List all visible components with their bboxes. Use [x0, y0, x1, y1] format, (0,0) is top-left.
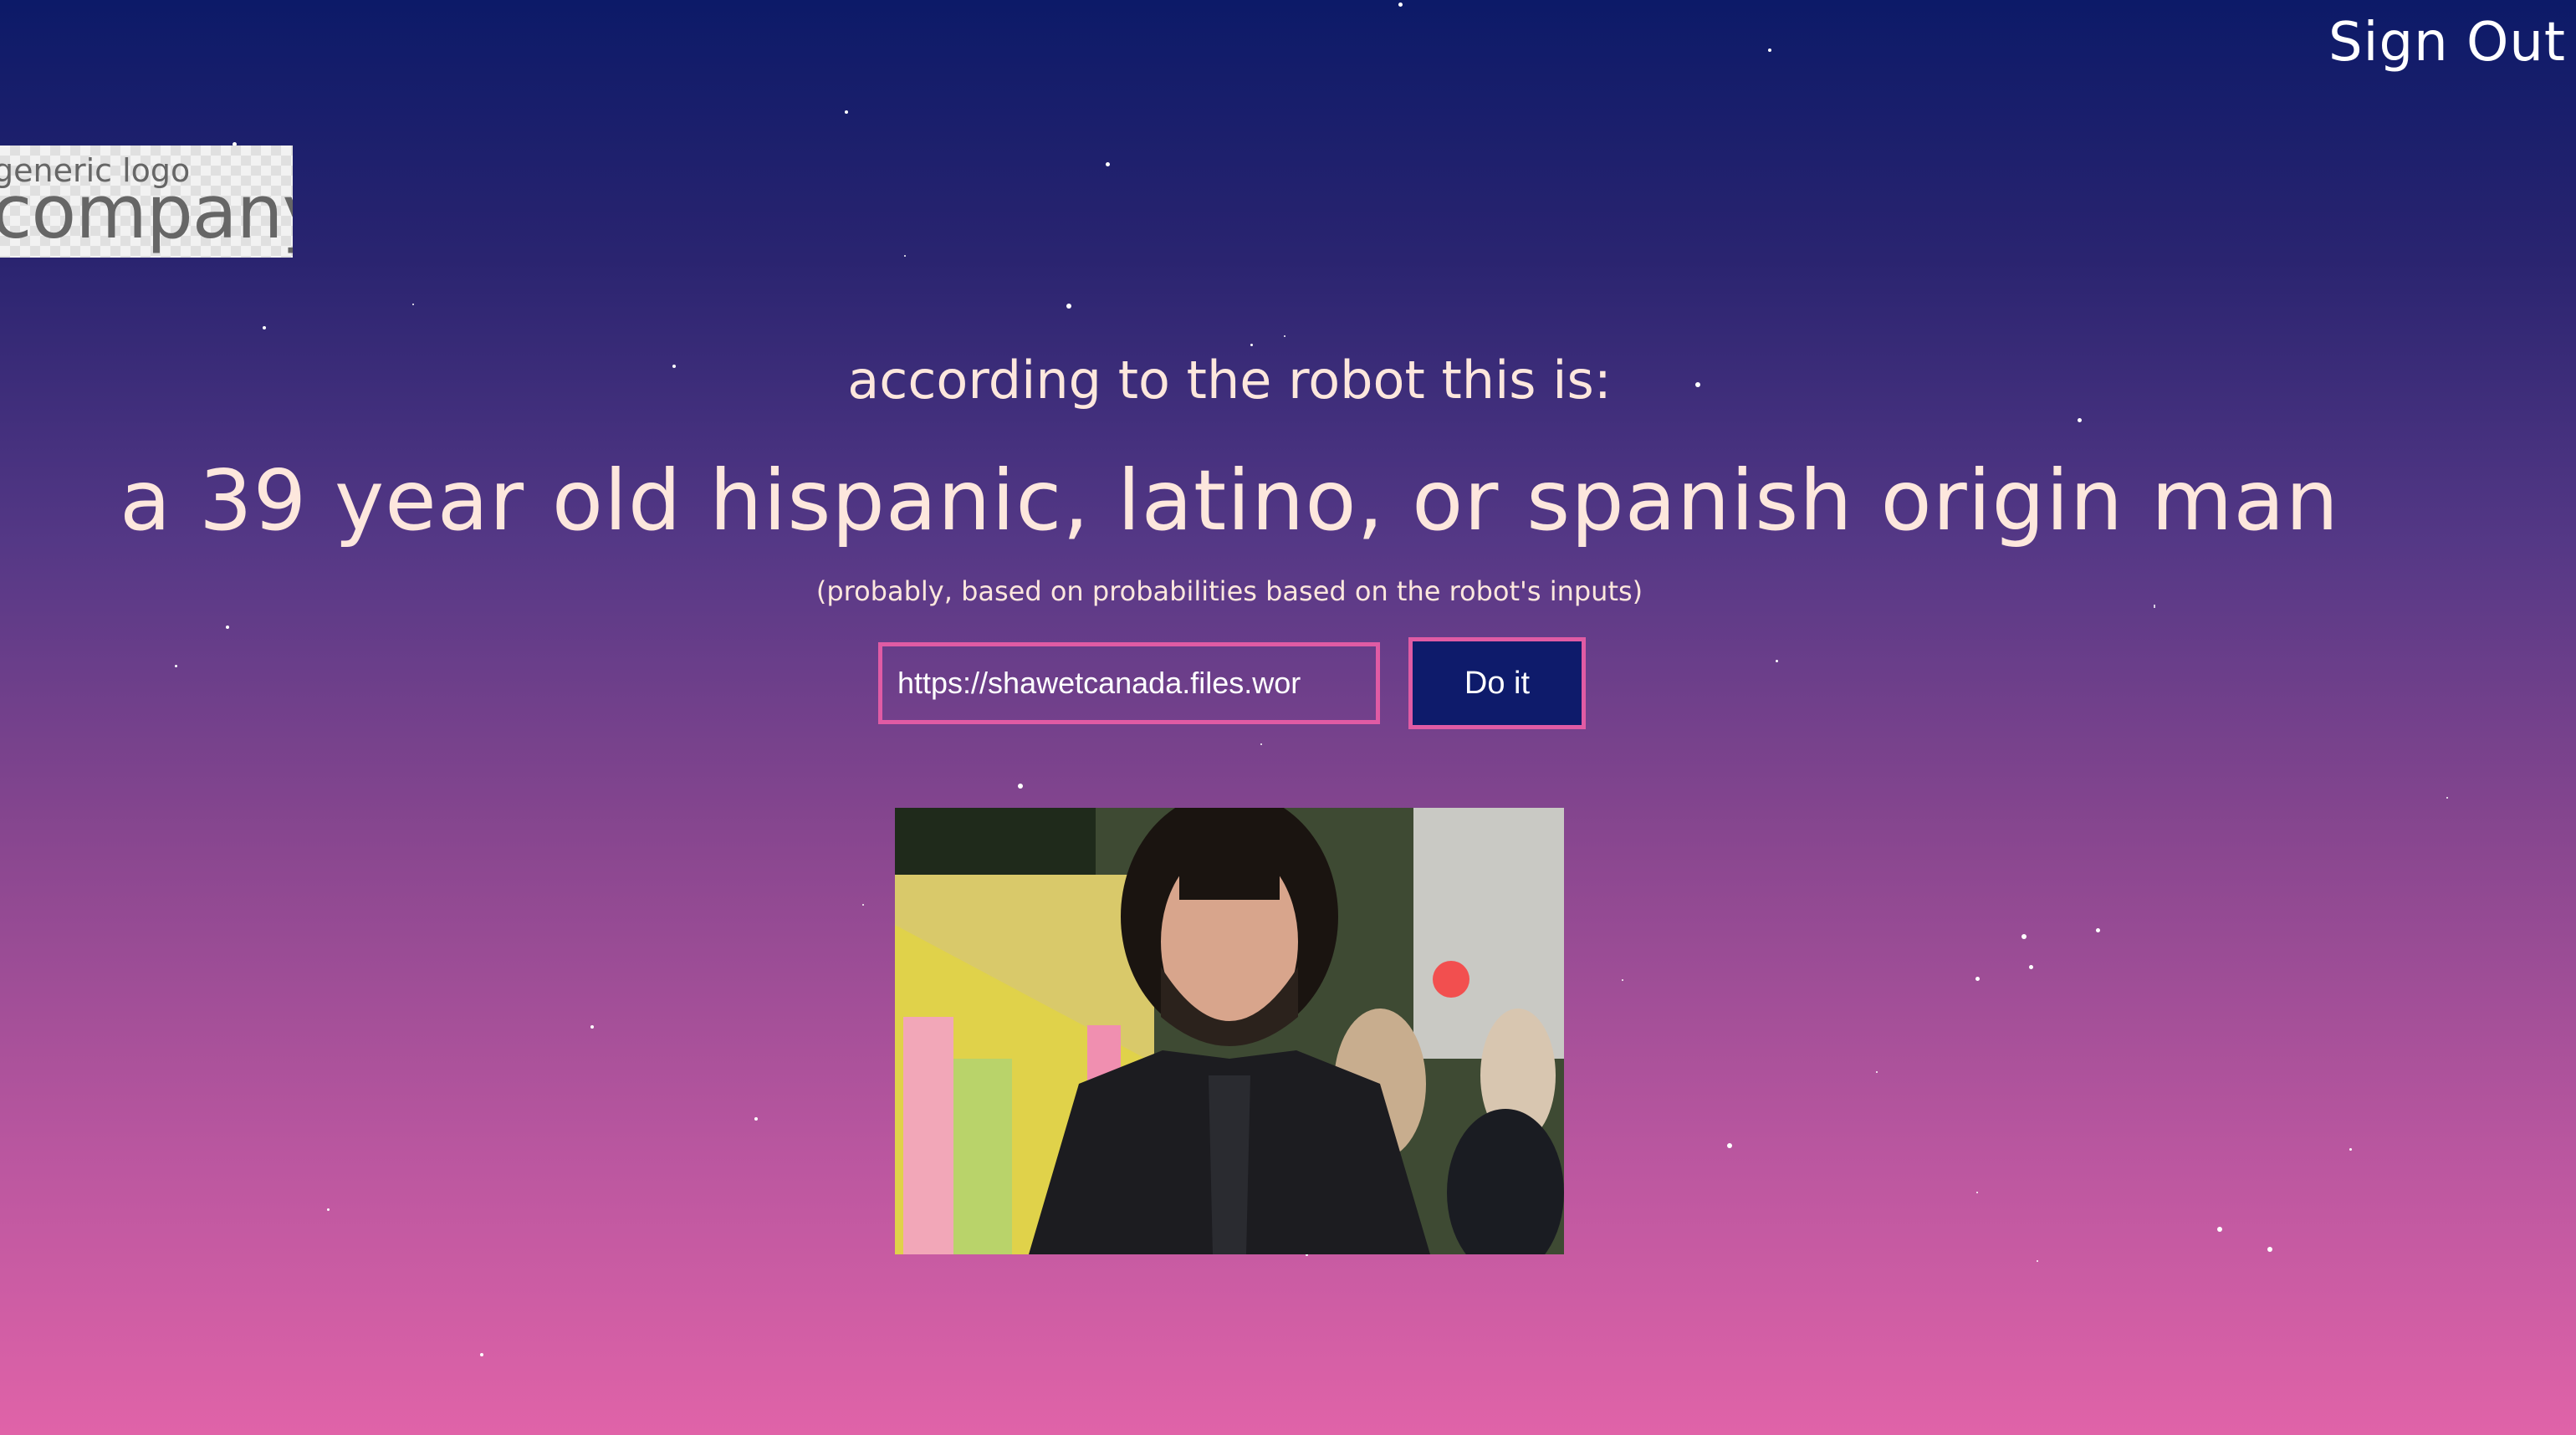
- result-heading: a 39 year old hispanic, latino, or spani…: [119, 452, 2340, 549]
- star: [2217, 1227, 2222, 1232]
- logo-name: company: [0, 169, 293, 255]
- star: [1622, 979, 1623, 981]
- star: [904, 255, 906, 257]
- analyzed-photo: [895, 808, 1564, 1254]
- star: [1066, 304, 1071, 309]
- star: [1775, 659, 1778, 662]
- star: [590, 1025, 594, 1029]
- star: [1975, 976, 1980, 981]
- star: [263, 326, 266, 329]
- star: [862, 904, 864, 906]
- star: [2349, 1147, 2352, 1151]
- sign-out-link[interactable]: Sign Out: [2328, 12, 2566, 74]
- image-url-input[interactable]: [878, 642, 1380, 724]
- company-logo: generic logo company: [0, 146, 293, 258]
- star: [326, 1208, 330, 1211]
- star: [1876, 1071, 1878, 1073]
- star: [845, 110, 848, 114]
- star: [1284, 335, 1285, 337]
- star: [1768, 49, 1771, 52]
- star: [2446, 797, 2448, 799]
- star: [412, 304, 414, 305]
- result-subtitle: according to the robot this is:: [847, 350, 1612, 411]
- star: [1018, 784, 1023, 789]
- do-it-button[interactable]: Do it: [1408, 637, 1586, 729]
- star: [2037, 1260, 2038, 1262]
- star: [1105, 161, 1110, 166]
- star: [1976, 1192, 1978, 1193]
- star: [2021, 934, 2027, 939]
- star: [1398, 2, 1403, 7]
- star: [1727, 1143, 1732, 1148]
- star: [2028, 964, 2033, 969]
- star: [754, 1117, 758, 1121]
- star: [174, 664, 177, 667]
- star: [2095, 927, 2100, 932]
- star: [480, 1353, 483, 1356]
- star: [1250, 343, 1253, 346]
- star: [2077, 417, 2082, 422]
- star: [1260, 743, 1262, 745]
- star: [226, 626, 229, 629]
- result-note: (probably, based on probabilities based …: [815, 575, 1643, 607]
- star: [2267, 1247, 2272, 1252]
